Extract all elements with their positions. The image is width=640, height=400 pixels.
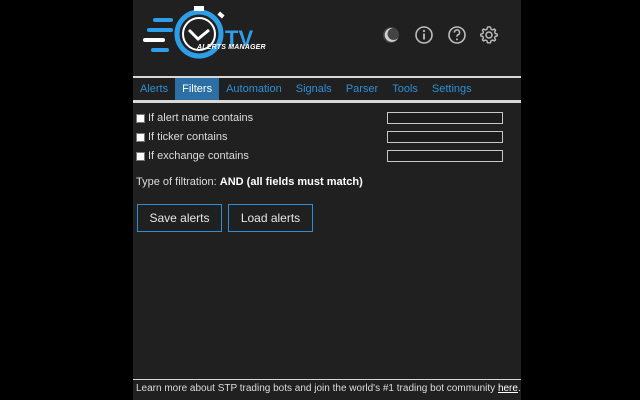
tab-filters[interactable]: Filters	[175, 78, 220, 100]
footer-link[interactable]: here	[498, 383, 518, 394]
tab-signals[interactable]: Signals	[289, 78, 339, 100]
filter-exchange-input[interactable]	[387, 150, 503, 162]
filter-exchange-checkbox[interactable]	[136, 151, 145, 161]
filter-ticker-checkbox[interactable]	[136, 132, 145, 142]
save-alerts-button[interactable]: Save alerts	[137, 204, 222, 232]
header: TV ALERTS MANAGER	[133, 0, 521, 76]
help-button[interactable]	[447, 25, 467, 45]
footer-text: Learn more about STP trading bots and jo…	[136, 383, 496, 394]
tab-settings[interactable]: Settings	[425, 78, 479, 100]
settings-button[interactable]	[479, 25, 499, 45]
tab-parser[interactable]: Parser	[339, 78, 385, 100]
gear-icon	[480, 26, 498, 44]
filter-alert-name-checkbox[interactable]	[136, 113, 145, 123]
tab-automation[interactable]: Automation	[219, 78, 289, 100]
help-icon	[448, 26, 466, 44]
tab-tools[interactable]: Tools	[385, 78, 425, 100]
footer: Learn more about STP trading bots and jo…	[133, 379, 521, 400]
tab-alerts[interactable]: Alerts	[133, 78, 175, 100]
filtration-type-label: Type of filtration:	[136, 176, 217, 188]
filter-alert-name-input[interactable]	[387, 112, 503, 124]
load-alerts-button[interactable]: Load alerts	[228, 204, 313, 232]
info-icon	[415, 26, 433, 44]
filter-exchange-label: If exchange contains	[148, 150, 249, 162]
app-logo: TV ALERTS MANAGER	[143, 4, 273, 66]
filter-exchange-row: If exchange contains	[136, 148, 516, 164]
dark-mode-toggle[interactable]	[381, 25, 401, 45]
filter-alert-name-label: If alert name contains	[148, 112, 254, 124]
stopwatch-logo-icon: TV	[143, 6, 253, 59]
filter-alert-name-row: If alert name contains	[136, 110, 516, 126]
filter-ticker-label: If ticker contains	[148, 131, 228, 143]
filter-ticker-row: If ticker contains	[136, 129, 516, 145]
moon-icon	[383, 27, 399, 43]
filter-ticker-input[interactable]	[387, 131, 503, 143]
filtration-type: Type of filtration: AND (all fields must…	[136, 176, 363, 188]
tab-bar: Alerts Filters Automation Signals Parser…	[133, 76, 521, 103]
footer-end: .	[517, 383, 521, 394]
extension-panel: TV ALERTS MANAGER Alerts Filters Automat…	[133, 0, 521, 400]
logo-subtext: ALERTS MANAGER	[197, 44, 266, 51]
info-button[interactable]	[414, 25, 434, 45]
filtration-type-value[interactable]: AND (all fields must match)	[220, 176, 363, 188]
